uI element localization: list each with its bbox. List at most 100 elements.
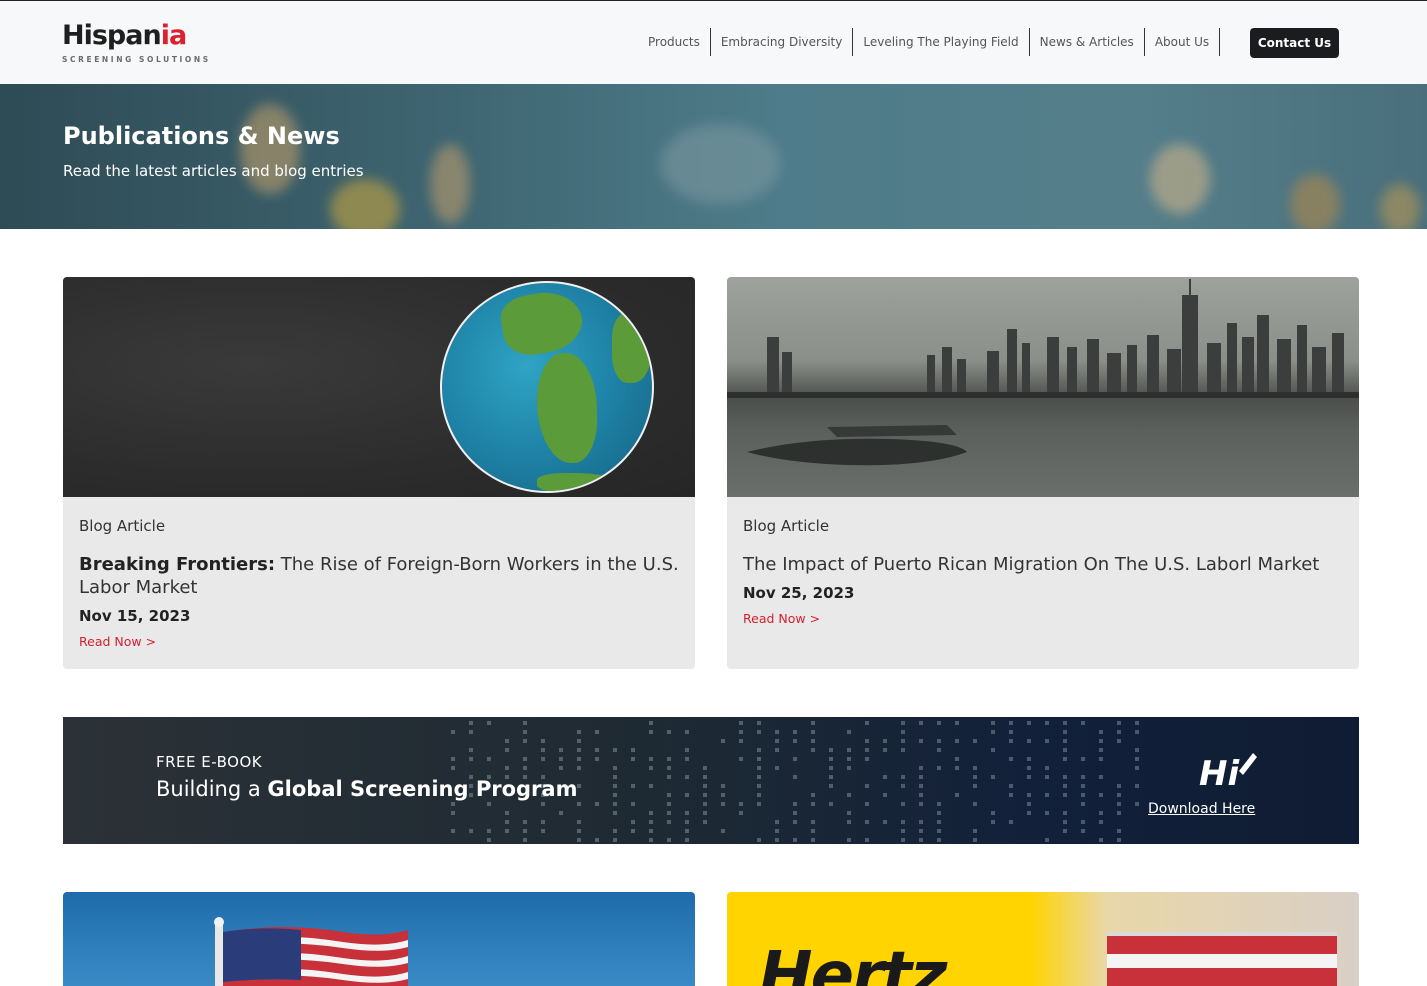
banner-dot	[613, 811, 617, 815]
new-york-skyline-image	[727, 277, 1359, 497]
banner-dot	[847, 730, 851, 734]
banner-dot	[1045, 739, 1049, 743]
banner-dot	[811, 829, 815, 833]
banner-dot	[1063, 757, 1067, 761]
banner-dot	[1135, 721, 1139, 725]
article-title-rest: The Impact of Puerto Rican Migration On …	[743, 554, 1320, 575]
nav-embracing-diversity[interactable]: Embracing Diversity	[711, 28, 854, 56]
banner-dot	[523, 739, 527, 743]
article-title[interactable]: The Impact of Puerto Rican Migration On …	[743, 553, 1343, 576]
banner-dot	[1063, 811, 1067, 815]
main-nav: Products Embracing Diversity Leveling Th…	[638, 28, 1221, 56]
banner-dot	[1099, 757, 1103, 761]
banner-dot	[739, 811, 743, 815]
hero-figure	[330, 179, 400, 229]
banner-dot	[1099, 730, 1103, 734]
banner-dot	[649, 838, 653, 842]
hero-figure	[1290, 174, 1340, 229]
banner-dot	[739, 802, 743, 806]
banner-dot	[955, 757, 959, 761]
banner-dot	[1081, 775, 1085, 779]
download-here-link[interactable]: Download Here	[1148, 801, 1255, 817]
article-card[interactable]	[63, 892, 695, 986]
nav-news-articles[interactable]: News & Articles	[1030, 28, 1145, 56]
banner-dot	[991, 730, 995, 734]
banner-dot	[577, 784, 581, 788]
banner-dot	[1009, 820, 1013, 824]
article-card[interactable]: Blog Article Breaking Frontiers: The Ris…	[63, 277, 695, 669]
logo-name-accent: ia	[160, 20, 188, 51]
brand-logo[interactable]: Hispania SCREENING SOLUTIONS	[62, 20, 211, 65]
banner-dot	[577, 820, 581, 824]
banner-dot	[1045, 811, 1049, 815]
banner-dot	[667, 820, 671, 824]
banner-dot	[631, 748, 635, 752]
nav-about-us[interactable]: About Us	[1145, 28, 1221, 56]
banner-dot	[613, 784, 617, 788]
banner-dot	[1045, 721, 1049, 725]
banner-dot	[1117, 730, 1121, 734]
banner-dot	[973, 784, 977, 788]
banner-dot	[937, 838, 941, 842]
banner-dot	[487, 721, 491, 725]
banner-dot	[811, 802, 815, 806]
banner-dot	[559, 757, 563, 761]
banner-dot	[1009, 721, 1013, 725]
banner-dot	[1027, 739, 1031, 743]
banner-dot	[1117, 829, 1121, 833]
nav-leveling-playing-field[interactable]: Leveling The Playing Field	[853, 28, 1030, 56]
hero-figure	[660, 124, 780, 204]
banner-dot	[469, 730, 473, 734]
banner-dot	[883, 739, 887, 743]
banner-dot	[775, 730, 779, 734]
article-card[interactable]: Hertz	[727, 892, 1359, 986]
banner-dot	[739, 730, 743, 734]
banner-dot	[757, 784, 761, 788]
banner-dot	[1081, 793, 1085, 797]
banner-dot	[703, 811, 707, 815]
hero-figure	[1380, 184, 1420, 229]
banner-dot	[901, 739, 905, 743]
contact-us-button[interactable]: Contact Us	[1250, 28, 1339, 58]
banner-dot	[631, 802, 635, 806]
banner-dot	[469, 757, 473, 761]
banner-dot	[505, 748, 509, 752]
page-subtitle: Read the latest articles and blog entrie…	[63, 162, 364, 180]
read-now-link[interactable]: Read Now >	[79, 634, 156, 649]
banner-dot	[829, 784, 833, 788]
ebook-title-plain: Building a	[156, 777, 268, 801]
banner-dot	[685, 757, 689, 761]
banner-dot	[595, 757, 599, 761]
banner-dot	[451, 766, 455, 770]
banner-dot	[1099, 838, 1103, 842]
banner-dot	[631, 820, 635, 824]
banner-dot	[757, 802, 761, 806]
article-type: Blog Article	[79, 517, 166, 535]
banner-dot	[667, 838, 671, 842]
banner-dot	[937, 721, 941, 725]
banner-dot	[883, 748, 887, 752]
banner-dot	[1063, 730, 1067, 734]
article-card[interactable]: Blog Article The Impact of Puerto Rican …	[727, 277, 1359, 669]
read-now-link[interactable]: Read Now >	[743, 611, 820, 626]
banner-dot	[793, 838, 797, 842]
skyline-icon	[727, 279, 1359, 466]
article-title[interactable]: Breaking Frontiers: The Rise of Foreign-…	[79, 553, 679, 599]
banner-dot	[937, 766, 941, 770]
nav-products[interactable]: Products	[638, 28, 711, 56]
banner-dot	[919, 838, 923, 842]
banner-dot	[487, 802, 491, 806]
banner-dot	[865, 784, 869, 788]
banner-dot	[883, 775, 887, 779]
banner-dot	[811, 793, 815, 797]
banner-dot	[703, 802, 707, 806]
banner-dot	[541, 748, 545, 752]
banner-dot	[1027, 802, 1031, 806]
banner-dot	[829, 757, 833, 761]
banner-dot	[559, 748, 563, 752]
banner-dot	[523, 757, 527, 761]
ebook-title-bold: Global Screening Program	[267, 777, 578, 801]
banner-dot	[667, 730, 671, 734]
banner-dot	[937, 739, 941, 743]
banner-dot	[559, 811, 563, 815]
